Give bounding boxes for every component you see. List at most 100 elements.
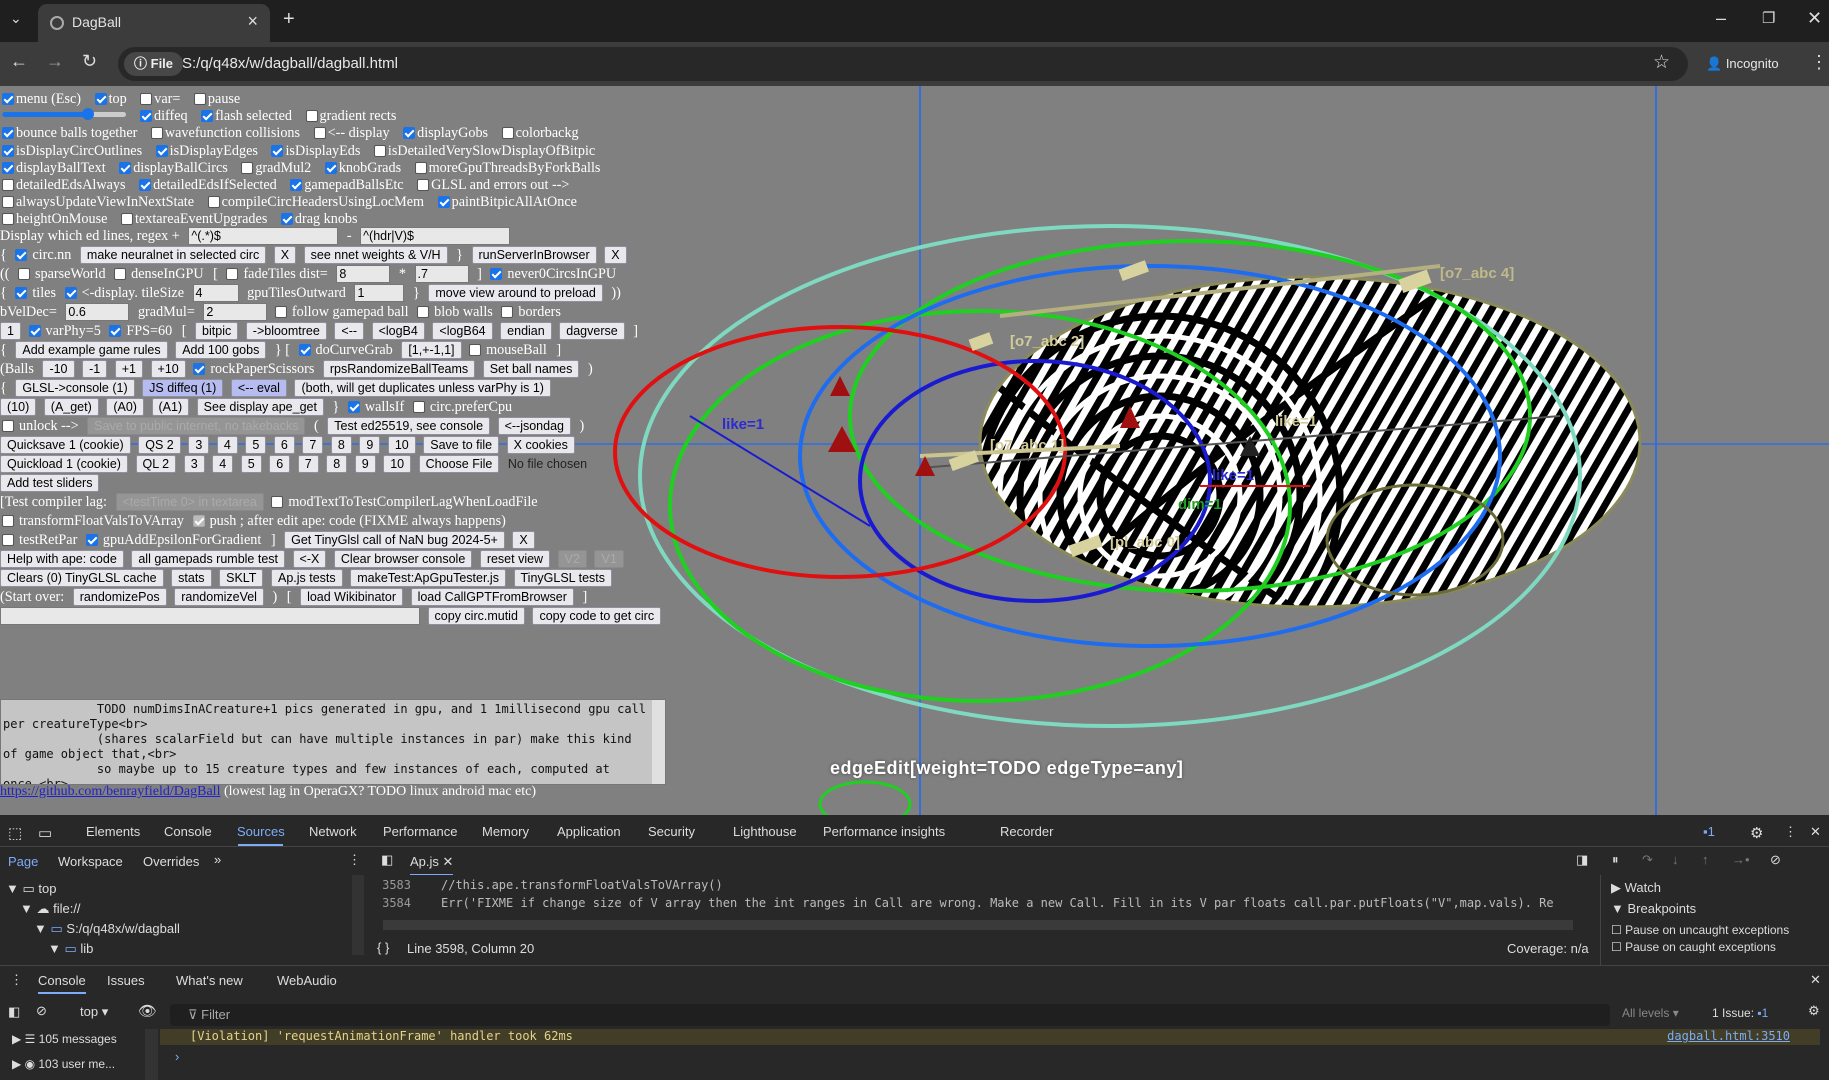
prefer-cpu-checkbox[interactable] [412, 400, 425, 413]
back-icon[interactable]: ← [10, 51, 28, 72]
minus-1-button[interactable]: -1 [82, 359, 108, 378]
console-sidebar-scrollbar[interactable] [145, 1029, 158, 1080]
diffeq-checkbox[interactable] [140, 109, 152, 122]
console-prompt-icon[interactable]: › [175, 1049, 179, 1064]
display-checkbox[interactable] [313, 126, 326, 139]
ball-text-checkbox[interactable] [2, 161, 14, 174]
a0-button[interactable]: (A0) [106, 397, 144, 416]
drawer-tab-console[interactable]: Console [38, 973, 86, 994]
tab-performance[interactable]: Performance [383, 824, 457, 839]
nan-bug-button[interactable]: Get TinyGlsl call of NaN bug 2024-5+ [284, 530, 505, 549]
issues-counter[interactable]: 1 Issue: ▪1 [1712, 1006, 1768, 1020]
context-selector[interactable]: top ▾ [80, 1004, 108, 1020]
run-server-button[interactable]: runServerInBrowser [471, 245, 597, 264]
js-diffeq-button[interactable]: JS diffeq (1) [142, 378, 224, 397]
wavefunction-checkbox[interactable] [150, 126, 163, 139]
v1-button[interactable]: V1 [594, 549, 624, 568]
v2-button[interactable]: V2 [557, 549, 587, 568]
add-100-gobs-button[interactable]: Add 100 gobs [175, 340, 267, 359]
textarea-upgrades-checkbox[interactable] [120, 212, 133, 225]
add-test-sliders-button[interactable]: Add test sliders [0, 473, 100, 492]
tab-dagball[interactable]: DagBall × [38, 4, 270, 42]
x-server-button[interactable]: X [604, 245, 627, 264]
logb64-button[interactable]: <logB64 [432, 321, 493, 340]
nav-tab-page[interactable]: Page [8, 854, 38, 869]
circ-nn-checkbox[interactable] [15, 248, 28, 261]
more-tabs-icon[interactable]: » [214, 852, 221, 867]
deactivate-breakpoints-icon[interactable]: ⊘ [1770, 852, 1781, 868]
editor-h-scrollbar[interactable] [383, 920, 1573, 930]
make-test-button[interactable]: makeTest:ApGpuTester.js [350, 568, 506, 587]
load-wikibinator-button[interactable]: load Wikibinator [300, 587, 404, 606]
borders-checkbox[interactable] [501, 305, 514, 318]
apjs-tests-button[interactable]: Ap.js tests [271, 568, 343, 587]
ten-button[interactable]: (10) [0, 397, 37, 416]
one-button[interactable]: 1 [0, 321, 21, 340]
inspect-icon[interactable]: ⬚ [8, 824, 22, 842]
minimize-icon[interactable]: – [1716, 8, 1726, 29]
forward-icon[interactable]: → [46, 51, 64, 72]
test-ed25519-button[interactable]: Test ed25519, see console [327, 416, 491, 435]
quickload-slot-button[interactable]: 10 [383, 454, 412, 473]
compile-circ-checkbox[interactable] [207, 195, 220, 208]
quickload-slot-button[interactable]: 7 [297, 454, 319, 473]
display-tiles-checkbox[interactable] [64, 286, 77, 299]
grad-mul-input[interactable]: 2 [203, 302, 268, 321]
detailed-bitpic-checkbox[interactable] [373, 144, 386, 157]
rps-checkbox[interactable] [193, 362, 206, 375]
display-gobs-checkbox[interactable] [403, 126, 416, 139]
nav-scrollbar[interactable] [352, 875, 364, 955]
bounce-checkbox[interactable] [2, 126, 14, 139]
curve-grab-checkbox[interactable] [298, 343, 311, 356]
tinyglsl-tests-button[interactable]: TinyGLSL tests [513, 568, 613, 587]
transform-float-checkbox[interactable] [2, 514, 14, 527]
quickload-1-button[interactable]: Quickload 1 (cookie) [0, 454, 128, 473]
toggle-debugger-icon[interactable]: ◨ [1576, 852, 1588, 868]
quickload-slot-button[interactable]: 6 [269, 454, 291, 473]
glsl-errors-checkbox[interactable] [417, 178, 430, 191]
display-edges-checkbox[interactable] [155, 144, 168, 157]
more-options-icon[interactable]: ⋮ [1784, 824, 1797, 840]
file-info-chip[interactable]: ⓘ File [124, 52, 184, 76]
see-nnet-weights-button[interactable]: see nnet weights & V/H [303, 245, 448, 264]
mod-text-checkbox[interactable] [271, 495, 284, 508]
sklt-button[interactable]: SKLT [219, 568, 264, 587]
copy-mutid-button[interactable]: copy circ.mutid [427, 606, 525, 625]
blob-walls-checkbox[interactable] [417, 305, 430, 318]
issues-badge[interactable]: ▪1 [1703, 824, 1715, 839]
tab-application[interactable]: Application [557, 824, 621, 839]
a-get-button[interactable]: (A_get) [43, 397, 99, 416]
save-public-button[interactable]: Save to public internet, no takebacks [87, 416, 306, 435]
notes-scrollbar[interactable] [652, 700, 665, 784]
x-cookies-button[interactable]: X cookies [506, 435, 575, 454]
step-over-icon[interactable]: ↷ [1642, 852, 1653, 868]
reload-icon[interactable]: ↻ [82, 51, 97, 72]
quicksave-slot-button[interactable]: 6 [273, 435, 295, 454]
quicksave-slot-button[interactable]: 9 [359, 435, 381, 454]
bookmark-star-icon[interactable]: ☆ [1653, 51, 1670, 74]
tab-recorder[interactable]: Recorder [1000, 824, 1053, 839]
step-icon[interactable]: →• [1732, 852, 1750, 867]
console-settings-icon[interactable]: ⚙ [1808, 1003, 1820, 1019]
settings-gear-icon[interactable]: ⚙ [1750, 824, 1763, 842]
curve-grab-button[interactable]: [1,+-1,1] [401, 340, 462, 359]
toggle-navigator-icon[interactable]: ◧ [381, 852, 393, 868]
quicksave-1-button[interactable]: Quicksave 1 (cookie) [0, 435, 131, 454]
dagverse-button[interactable]: dagverse [559, 321, 625, 340]
test-ret-par-checkbox[interactable] [2, 533, 14, 546]
gpu-epsilon-checkbox[interactable] [85, 533, 98, 546]
left-x-button[interactable]: <-X [292, 549, 327, 568]
messages-group[interactable]: ▶ ☰ 105 messages [12, 1032, 117, 1046]
never0-circs-checkbox[interactable] [490, 267, 503, 280]
gpu-tiles-outward-input[interactable]: 1 [354, 283, 405, 302]
x-neuralnet-button[interactable]: X [273, 245, 297, 264]
pretty-print-icon[interactable]: { } [377, 940, 389, 955]
pause-checkbox[interactable] [193, 92, 206, 105]
mouse-ball-checkbox[interactable] [469, 343, 482, 356]
drawer-tab-webaudio[interactable]: WebAudio [277, 973, 337, 988]
paint-bitpic-checkbox[interactable] [437, 195, 450, 208]
back-arrow-button[interactable]: <-- [334, 321, 365, 340]
quickload-slot-button[interactable]: 3 [183, 454, 205, 473]
add-example-rules-button[interactable]: Add example game rules [15, 340, 168, 359]
tab-search-icon[interactable]: ⌄ [10, 10, 22, 27]
